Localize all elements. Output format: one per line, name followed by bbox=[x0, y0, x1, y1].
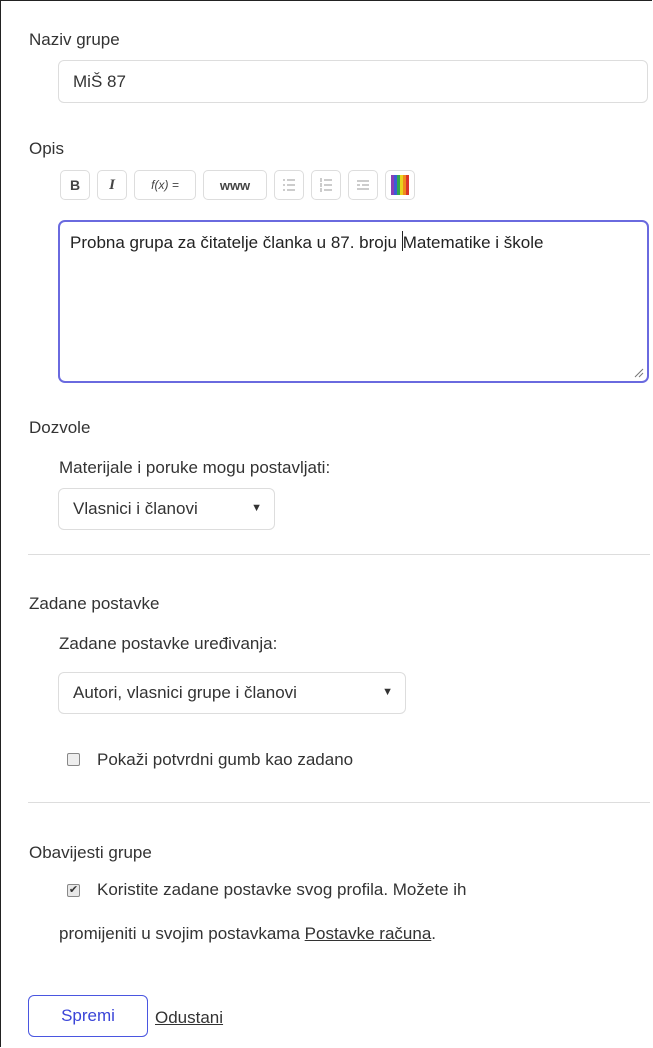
edit-defaults-select[interactable]: Autori, vlasnici grupe i članovi ▼ bbox=[58, 672, 406, 714]
color-button[interactable] bbox=[385, 170, 415, 200]
description-textarea[interactable]: Probna grupa za čitatelje članka u 87. b… bbox=[58, 220, 649, 383]
bold-button[interactable]: B bbox=[60, 170, 90, 200]
notifications-text-end: . bbox=[431, 924, 437, 943]
save-button[interactable]: Spremi bbox=[28, 995, 148, 1037]
numbered-list-icon bbox=[320, 178, 332, 192]
italic-button[interactable]: I bbox=[97, 170, 127, 200]
dropdown-arrow-icon: ▼ bbox=[382, 686, 393, 698]
permissions-select[interactable]: Vlasnici i članovi ▼ bbox=[58, 488, 275, 530]
description-text-after-caret: Matematike i škole bbox=[402, 233, 544, 252]
group-name-input[interactable]: MiŠ 87 bbox=[58, 60, 648, 103]
color-palette-icon bbox=[391, 175, 409, 195]
link-button[interactable]: www bbox=[203, 170, 267, 200]
permissions-select-value: Vlasnici i članovi bbox=[73, 499, 198, 518]
description-text-before-caret: Probna grupa za čitatelje članka u 87. b… bbox=[70, 233, 402, 252]
notifications-checkbox[interactable]: ✔ bbox=[67, 884, 80, 897]
bullet-list-icon bbox=[283, 179, 295, 191]
indent-icon bbox=[357, 180, 369, 190]
account-settings-link[interactable]: Postavke računa bbox=[305, 924, 432, 943]
notifications-label: Obavijesti grupe bbox=[29, 843, 152, 862]
formula-button[interactable]: f(x) = bbox=[134, 170, 196, 200]
notifications-text-line2: promijeniti u svojim postavkama Postavke… bbox=[59, 924, 436, 944]
resize-handle-icon[interactable] bbox=[634, 368, 644, 378]
cancel-link[interactable]: Odustani bbox=[155, 1008, 223, 1028]
defaults-sub-label: Zadane postavke uređivanja: bbox=[59, 634, 278, 653]
confirm-button-checkbox-label: Pokaži potvrdni gumb kao zadano bbox=[97, 750, 354, 769]
indent-button[interactable] bbox=[348, 170, 378, 200]
dropdown-arrow-icon: ▼ bbox=[251, 502, 262, 514]
numbered-list-button[interactable] bbox=[311, 170, 341, 200]
divider bbox=[28, 802, 650, 803]
description-label: Opis bbox=[29, 139, 64, 158]
checkmark-icon: ✔ bbox=[68, 884, 79, 896]
permissions-sub-label: Materijale i poruke mogu postavljati: bbox=[59, 458, 331, 477]
notifications-text: promijeniti u svojim postavkama bbox=[59, 924, 305, 943]
group-name-label: Naziv grupe bbox=[29, 30, 120, 49]
divider bbox=[28, 554, 650, 555]
edit-defaults-select-value: Autori, vlasnici grupe i članovi bbox=[73, 683, 297, 702]
confirm-button-checkbox[interactable] bbox=[67, 753, 80, 766]
permissions-label: Dozvole bbox=[29, 418, 91, 437]
notifications-text-line1: Koristite zadane postavke svog profila. … bbox=[97, 880, 467, 899]
editor-toolbar: B I f(x) = www bbox=[60, 170, 415, 202]
bullet-list-button[interactable] bbox=[274, 170, 304, 200]
defaults-label: Zadane postavke bbox=[29, 594, 160, 613]
